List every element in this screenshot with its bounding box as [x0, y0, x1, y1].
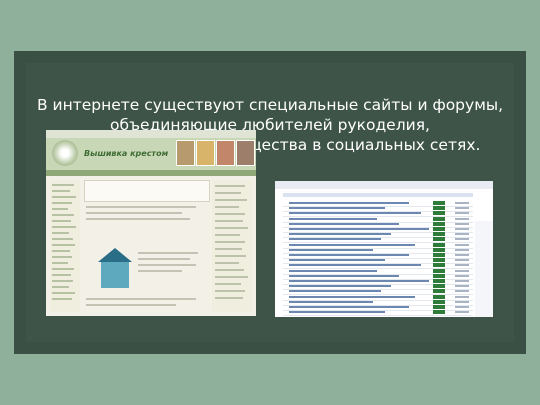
topic-meta: [455, 243, 469, 246]
topic-badge: [433, 268, 445, 273]
topic-title: [289, 217, 377, 220]
topic-badge: [433, 247, 445, 252]
topic-title: [289, 274, 399, 277]
topic-title: [289, 295, 415, 298]
header-pictures: [176, 140, 255, 166]
header-picture: [236, 140, 255, 166]
topic-meta: [455, 233, 469, 236]
topic-title: [289, 222, 399, 225]
topic-title: [289, 254, 409, 256]
topic-badge: [433, 221, 445, 226]
topic-badge: [433, 237, 445, 242]
topic-title: [289, 248, 373, 251]
site-main-content: [84, 180, 210, 312]
header-picture: [216, 140, 235, 166]
topic-badge: [433, 201, 445, 205]
browser-bar: [275, 181, 493, 189]
embroidered-house-picture: [98, 248, 132, 288]
topic-meta: [455, 259, 469, 262]
topic-meta: [455, 290, 469, 293]
topic-meta: [455, 300, 469, 303]
topic-title: [289, 228, 429, 230]
topic-title: [289, 269, 377, 272]
topic-meta: [455, 217, 469, 220]
forum-sidebar: [475, 221, 493, 317]
topic-meta: [455, 254, 469, 256]
topic-badge: [433, 279, 445, 283]
topic-title: [289, 290, 381, 293]
topic-badge: [433, 305, 445, 309]
topic-meta: [455, 248, 469, 251]
header-picture: [196, 140, 215, 166]
topic-badge: [433, 258, 445, 263]
topic-meta: [455, 222, 469, 225]
topic-meta: [455, 269, 469, 272]
topic-title: [289, 306, 409, 308]
topic-title: [289, 207, 385, 210]
topic-badge: [433, 216, 445, 221]
topic-meta: [455, 274, 469, 277]
topic-badge: [433, 211, 445, 216]
topic-badge: [433, 253, 445, 257]
topic-badge: [433, 206, 445, 211]
topic-title: [289, 300, 373, 303]
topic-meta: [455, 264, 469, 267]
topic-title: [289, 202, 409, 204]
topic-meta: [455, 285, 469, 288]
topic-badge: [433, 310, 445, 315]
topic-title: [289, 233, 391, 236]
site-sidebar: [50, 180, 80, 312]
topic-badge: [433, 299, 445, 304]
topic-meta: [455, 306, 469, 308]
topic-title: [289, 238, 381, 241]
topic-meta: [455, 212, 469, 215]
topic-title: [289, 212, 421, 215]
site-title: Вышивка крестом: [84, 149, 169, 158]
topic-meta: [455, 207, 469, 210]
forum-header: [283, 193, 473, 197]
site-nav-bar: [46, 170, 256, 176]
cross-stitch-site-screenshot: Вышивка крестом: [46, 130, 256, 316]
topic-title: [289, 285, 391, 288]
topic-badge: [433, 263, 445, 268]
topic-meta: [455, 295, 469, 298]
browser-bar: [46, 130, 256, 138]
topic-badge: [433, 242, 445, 247]
topic-meta: [455, 280, 469, 282]
topic-meta: [455, 228, 469, 230]
content-box: [84, 180, 210, 202]
topic-meta: [455, 238, 469, 241]
topic-title: [289, 243, 415, 246]
heading-line-1: В интернете существуют специальные сайты…: [36, 96, 504, 114]
topic-badge: [433, 289, 445, 294]
topic-title: [289, 311, 385, 314]
header-picture: [176, 140, 195, 166]
topic-badge: [433, 284, 445, 289]
topic-title: [289, 264, 421, 267]
topic-badge: [433, 273, 445, 278]
forum-topic-row: [283, 310, 473, 317]
topic-badge: [433, 227, 445, 231]
topic-meta: [455, 311, 469, 314]
topic-title: [289, 259, 385, 262]
site-logo-icon: [52, 140, 78, 166]
topic-badge: [433, 232, 445, 237]
topic-badge: [433, 294, 445, 299]
forum-screenshot: [275, 181, 493, 317]
topic-title: [289, 280, 429, 282]
site-right-column: [212, 180, 252, 312]
topic-meta: [455, 202, 469, 204]
